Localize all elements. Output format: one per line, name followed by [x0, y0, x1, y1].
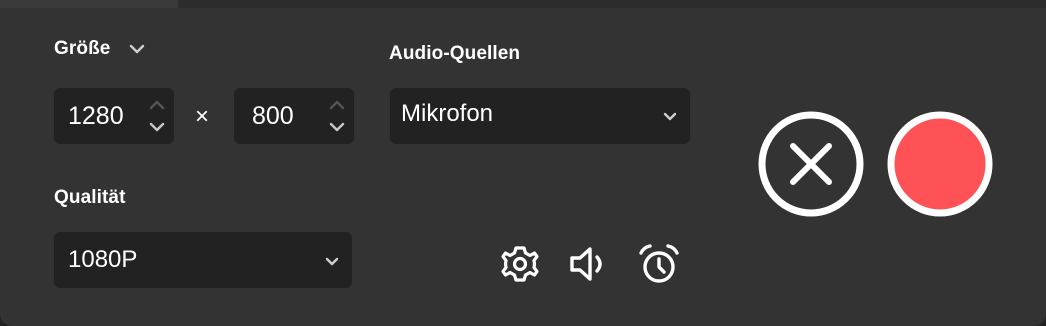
top-strip-segment — [0, 0, 178, 8]
top-strip — [0, 0, 1046, 8]
close-icon — [790, 143, 832, 185]
size-label-text: Größe — [54, 38, 111, 59]
cancel-button[interactable] — [757, 110, 865, 218]
recording-panel: Größe 1280 × 800 Audio-Quellen Mikrofon … — [0, 0, 1046, 326]
times-symbol: × — [195, 103, 210, 130]
record-button[interactable] — [886, 110, 994, 218]
speaker-icon[interactable] — [566, 241, 612, 287]
size-label[interactable]: Größe — [54, 38, 110, 60]
quality-value: 1080P — [68, 246, 138, 273]
width-stepper[interactable]: 1280 — [54, 88, 174, 144]
size-chevron-down-icon[interactable] — [128, 43, 146, 55]
gear-icon[interactable] — [497, 241, 543, 287]
quality-select[interactable]: 1080P — [54, 232, 352, 288]
width-stepper-arrows-icon[interactable] — [148, 96, 166, 136]
chevron-down-icon — [325, 257, 339, 266]
width-value: 1280 — [68, 102, 124, 130]
height-stepper-arrows-icon[interactable] — [328, 96, 346, 136]
height-value: 800 — [252, 102, 294, 130]
chevron-down-icon — [663, 112, 677, 121]
quality-label: Qualität — [54, 187, 126, 208]
audio-source-select[interactable]: Mikrofon — [390, 88, 690, 144]
height-stepper[interactable]: 800 — [234, 88, 354, 144]
alarm-clock-icon[interactable] — [636, 241, 682, 287]
audio-source-value: Mikrofon — [401, 100, 494, 127]
audio-sources-label: Audio-Quellen — [389, 43, 521, 64]
